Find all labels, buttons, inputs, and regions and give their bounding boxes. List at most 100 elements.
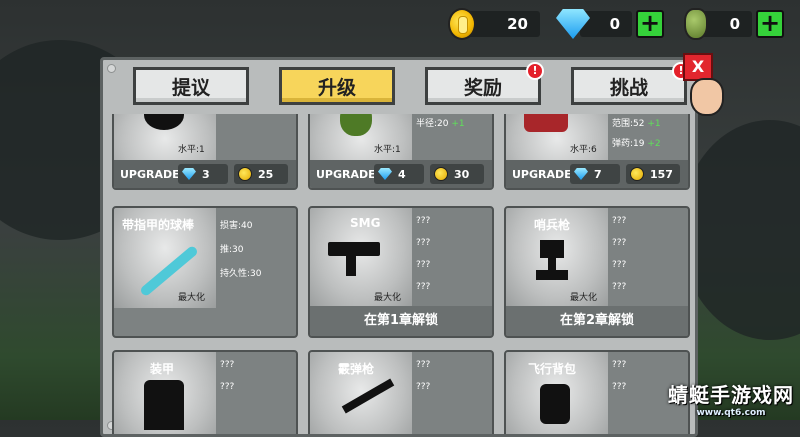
level-text: 最大化 bbox=[178, 293, 206, 303]
upgrade-row: UPGRADE: 3 25 bbox=[114, 160, 296, 188]
level-text: 最大化 bbox=[374, 293, 402, 303]
stat-line: 范围:52 +1 bbox=[612, 116, 661, 129]
coin-icon bbox=[434, 167, 448, 181]
item-title: 带指甲的球棒 bbox=[122, 218, 195, 232]
add-gems-button[interactable]: + bbox=[636, 10, 664, 38]
tab-label: 挑战 bbox=[609, 76, 648, 99]
coin-cost: 157 bbox=[650, 167, 673, 181]
upgrade-label: UPGRADE: bbox=[316, 167, 381, 181]
coin-cost: 25 bbox=[258, 167, 274, 181]
smg-grip-icon bbox=[346, 254, 356, 276]
item-title: 哨兵枪 bbox=[534, 218, 571, 232]
item-card[interactable]: 装甲 ??? ??? bbox=[112, 350, 298, 434]
turret-base-icon bbox=[536, 270, 568, 280]
gem-cost: 4 bbox=[398, 167, 406, 181]
unlock-text: 在第2章解锁 bbox=[506, 306, 688, 336]
pointing-hand-icon bbox=[690, 78, 724, 116]
stat-label: 范围:52 bbox=[612, 119, 645, 129]
level-text: 最大化 bbox=[570, 293, 598, 303]
upgrade-row: UPGRADE: 4 30 bbox=[310, 160, 492, 188]
watermark-title: 蜻蜓手游戏网 bbox=[668, 383, 794, 407]
coin-icon bbox=[448, 8, 476, 40]
gem-price-button[interactable]: 7 bbox=[570, 164, 620, 184]
unlock-text: 在第1章解锁 bbox=[310, 306, 492, 336]
gem-cost: 3 bbox=[202, 167, 210, 181]
stat-line: ??? bbox=[612, 238, 627, 248]
stat-line: 持久性:30 bbox=[220, 269, 262, 279]
upgrade-panel: 提议 升级 奖励 ! 挑战 ! 水平:1 UPGRADE: 3 25 水平:1 … bbox=[100, 57, 698, 437]
stat-label: 半径:20 bbox=[416, 119, 449, 129]
stat-line: ??? bbox=[612, 360, 627, 370]
gem-price-button[interactable]: 3 bbox=[178, 164, 228, 184]
stat-label: 弹药:19 bbox=[612, 139, 645, 149]
turret-stand-icon bbox=[548, 256, 556, 270]
close-button[interactable]: X bbox=[683, 53, 713, 81]
stat-plus: +2 bbox=[647, 139, 661, 149]
tab-upgrade[interactable]: 升级 bbox=[279, 67, 395, 105]
watermark: 蜻蜓手游戏网 www.qt6.com bbox=[668, 379, 794, 418]
item-card[interactable]: 水平:6 范围:52 +1 弹药:19 +2 UPGRADE: 7 157 bbox=[504, 114, 690, 190]
level-text: 水平:1 bbox=[374, 145, 401, 155]
item-card[interactable]: 哨兵枪 最大化 ??? ??? ??? ??? 在第2章解锁 bbox=[504, 206, 690, 338]
level-text: 水平:6 bbox=[570, 145, 597, 155]
jetpack-icon bbox=[540, 384, 570, 424]
coin-icon bbox=[630, 167, 644, 181]
tab-offers[interactable]: 提议 bbox=[133, 67, 249, 105]
item-grid: 水平:1 UPGRADE: 3 25 水平:1 半径:20 +1 UPGRADE… bbox=[112, 114, 692, 434]
item-card[interactable]: 飞行背包 ??? ??? bbox=[504, 350, 690, 434]
stat-line: 弹药:19 +2 bbox=[612, 136, 661, 149]
tab-label: 奖励 bbox=[463, 76, 502, 99]
stat-line: 推:30 bbox=[220, 245, 244, 255]
coin-counter: 20 bbox=[448, 8, 540, 40]
stat-line: ??? bbox=[220, 382, 235, 392]
coin-price-button[interactable]: 30 bbox=[430, 164, 484, 184]
screw-icon bbox=[107, 64, 116, 73]
upgrade-label: UPGRADE: bbox=[120, 167, 185, 181]
gem-cost: 7 bbox=[594, 167, 602, 181]
grenade-counter: 0 + bbox=[684, 8, 784, 40]
stat-line: ??? bbox=[612, 216, 627, 226]
item-card[interactable]: SMG 最大化 ??? ??? ??? ??? 在第1章解锁 bbox=[308, 206, 494, 338]
stat-line: 损害:40 bbox=[220, 221, 253, 231]
upgrade-label: UPGRADE: bbox=[512, 167, 577, 181]
coin-price-button[interactable]: 25 bbox=[234, 164, 288, 184]
item-card[interactable]: 水平:1 半径:20 +1 UPGRADE: 4 30 bbox=[308, 114, 494, 190]
level-text: 水平:1 bbox=[178, 145, 205, 155]
stat-line: ??? bbox=[416, 260, 431, 270]
add-grenades-button[interactable]: + bbox=[756, 10, 784, 38]
stat-line: ??? bbox=[416, 282, 431, 292]
coin-cost: 30 bbox=[454, 167, 470, 181]
item-card[interactable]: 水平:1 UPGRADE: 3 25 bbox=[112, 114, 298, 190]
tab-bar: 提议 升级 奖励 ! 挑战 ! bbox=[133, 62, 690, 105]
tab-rewards[interactable]: 奖励 ! bbox=[425, 62, 544, 105]
stat-line: ??? bbox=[416, 238, 431, 248]
item-card[interactable]: 带指甲的球棒 最大化 损害:40 推:30 持久性:30 bbox=[112, 206, 298, 338]
stat-line: ??? bbox=[416, 360, 431, 370]
item-card[interactable]: 霰弹枪 ??? ??? bbox=[308, 350, 494, 434]
armor-icon bbox=[144, 380, 184, 430]
gem-counter: 0 + bbox=[556, 8, 664, 40]
tab-challenges[interactable]: 挑战 ! bbox=[571, 62, 690, 105]
item-title: 霰弹枪 bbox=[338, 362, 375, 376]
stat-line: ??? bbox=[612, 382, 627, 392]
item-title: 飞行背包 bbox=[528, 362, 577, 376]
grenade-icon bbox=[684, 8, 708, 40]
item-title: SMG bbox=[350, 216, 381, 230]
gem-icon bbox=[182, 168, 196, 180]
stat-plus: +1 bbox=[647, 119, 661, 129]
gem-price-button[interactable]: 4 bbox=[374, 164, 424, 184]
watermark-url: www.qt6.com bbox=[696, 408, 766, 418]
tab-label: 提议 bbox=[171, 76, 210, 99]
tab-label: 升级 bbox=[317, 76, 356, 99]
upgrade-row: UPGRADE: 7 157 bbox=[506, 160, 688, 188]
alert-badge: ! bbox=[526, 62, 544, 80]
stat-line: ??? bbox=[416, 382, 431, 392]
gem-icon bbox=[378, 168, 392, 180]
stat-line: ??? bbox=[220, 360, 235, 370]
gem-icon bbox=[574, 168, 588, 180]
stat-line: ??? bbox=[416, 216, 431, 226]
coin-price-button[interactable]: 157 bbox=[626, 164, 680, 184]
coin-icon bbox=[238, 167, 252, 181]
stat-line: 半径:20 +1 bbox=[416, 116, 465, 129]
coin-amount: 20 bbox=[466, 11, 540, 37]
